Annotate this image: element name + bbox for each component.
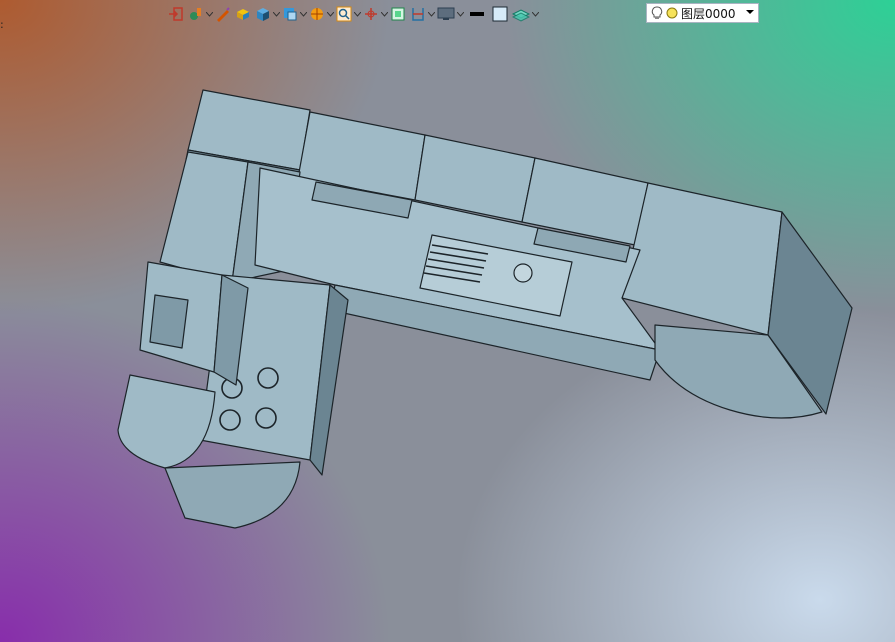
pen-icon [217,7,230,22]
line-weight-icon [470,12,484,16]
cube-button[interactable] [253,3,273,25]
paint-dropdown[interactable] [206,3,213,25]
chevron-down-icon [354,11,361,17]
section-dropdown[interactable] [428,3,435,25]
chevron-down-icon [428,11,435,17]
sphere-dropdown[interactable] [327,3,334,25]
paint-icon [190,8,201,20]
view-button[interactable] [280,3,300,25]
layers-button[interactable] [510,3,532,25]
frame-icon [391,7,405,21]
layers-dropdown[interactable] [532,3,539,25]
wall-cabinet-4-tall [621,182,783,336]
chevron-down-icon [327,11,334,17]
monitor-icon [437,7,455,20]
cube-dropdown[interactable] [273,3,280,25]
cube-icon [257,8,269,21]
box-button[interactable] [233,3,253,25]
layer-color-icon [666,7,678,19]
exit-button[interactable] [166,3,186,25]
sphere-icon [311,8,323,20]
kitchen-model[interactable] [0,0,895,642]
line-weight-button[interactable] [464,3,490,25]
pen-button[interactable] [213,3,233,25]
chevron-down-icon [457,11,464,17]
view-icon [284,8,297,21]
chevron-down-icon [532,11,539,17]
axis-button[interactable] [361,3,381,25]
chevron-down-icon [300,11,307,17]
monitor-dropdown[interactable] [457,3,464,25]
section-button[interactable] [408,3,428,25]
chevron-down-icon[interactable] [746,8,754,16]
chevron-down-icon [273,11,280,17]
color-square-icon [492,6,508,22]
axis-dropdown[interactable] [381,3,388,25]
chevron-down-icon [206,11,213,17]
layer-name: 图层0000 [681,6,736,21]
zoom-icon [336,6,352,22]
curved-end-cabinet-bottom [164,461,301,529]
box-icon [237,9,249,20]
exit-icon [169,7,183,21]
frame-button[interactable] [388,3,408,25]
3d-viewport[interactable]: : 图层0000 [0,0,895,642]
layers-icon [512,9,530,22]
sink-drain [513,263,533,283]
monitor-button[interactable] [435,3,457,25]
zoom-button[interactable] [334,3,354,25]
axis-icon [365,8,377,20]
hood-panel [149,294,189,349]
color-button[interactable] [490,3,510,25]
layer-selector[interactable]: 图层0000 [646,3,759,23]
view-dropdown[interactable] [300,3,307,25]
lightbulb-icon[interactable] [651,6,663,20]
curved-end-cabinet-left [117,374,216,469]
zoom-dropdown[interactable] [354,3,361,25]
sphere-button[interactable] [307,3,327,25]
paint-button[interactable] [186,3,206,25]
section-icon [412,8,424,21]
toolbar [166,3,539,25]
chevron-down-icon [381,11,388,17]
